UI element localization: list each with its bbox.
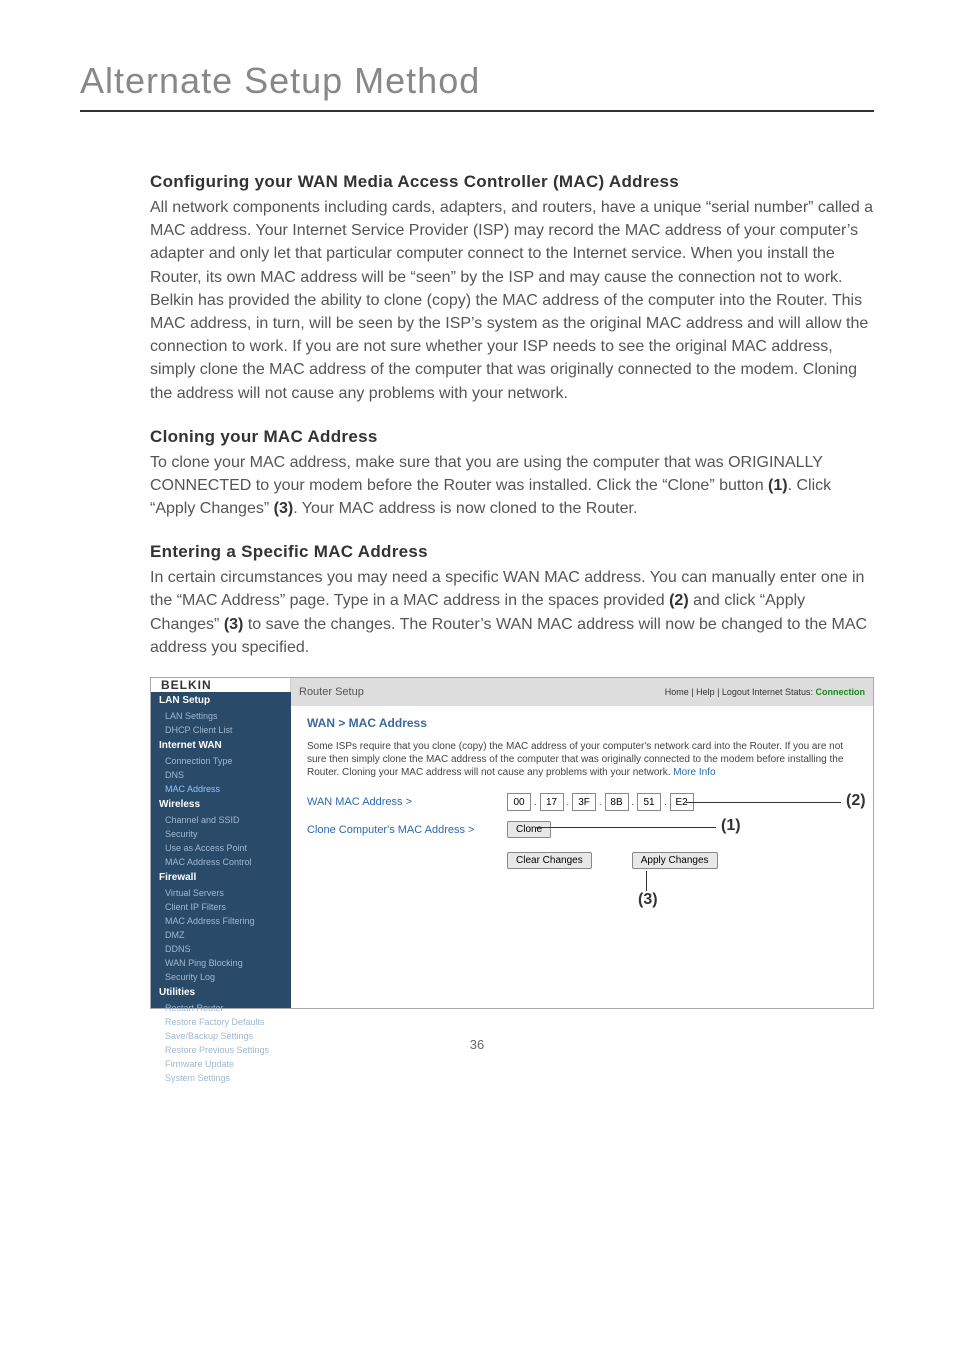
sidebar-item-dmz[interactable]: DMZ [151,928,291,942]
sidebar-item-dhcp[interactable]: DHCP Client List [151,723,291,737]
page-title: Alternate Setup Method [80,60,874,112]
more-info-link[interactable]: More Info [673,767,715,778]
mac-octet-2[interactable] [572,793,596,811]
sidebar-item-access-point[interactable]: Use as Access Point [151,841,291,855]
callout-ref-1: (1) [768,477,788,494]
topbar-status: Home | Help | Logout Internet Status: Co… [665,687,865,697]
status-value: Connection [816,687,866,697]
sidebar-item-client-ip[interactable]: Client IP Filters [151,900,291,914]
text-span: . Your MAC address is now cloned to the … [293,500,637,517]
sidebar-item-virtual-servers[interactable]: Virtual Servers [151,886,291,900]
sidebar-item-security[interactable]: Security [151,827,291,841]
sidebar-item-ddns[interactable]: DDNS [151,942,291,956]
sidebar-item-dns[interactable]: DNS [151,768,291,782]
label-clone-mac: Clone Computer's MAC Address > [307,824,507,836]
sidebar-item-mac-filtering[interactable]: MAC Address Filtering [151,914,291,928]
callout-line [536,827,716,828]
mac-octet-0[interactable] [507,793,531,811]
sidebar-item-wan-ping[interactable]: WAN Ping Blocking [151,956,291,970]
section-heading-cloning: Cloning your MAC Address [150,427,874,447]
sidebar-item-channel[interactable]: Channel and SSID [151,813,291,827]
sidebar-item-restore-prev[interactable]: Restore Previous Settings [151,1043,291,1057]
topbar-title: Router Setup [299,686,364,698]
clear-changes-button[interactable]: Clear Changes [507,852,592,869]
body-text: To clone your MAC address, make sure tha… [150,451,874,521]
sidebar-group-utilities: Utilities [151,984,291,1001]
router-screenshot: BELKIN LAN Setup LAN Settings DHCP Clien… [150,677,874,1009]
mac-octet-3[interactable] [605,793,629,811]
sidebar-item-connection-type[interactable]: Connection Type [151,754,291,768]
mac-octet-4[interactable] [637,793,661,811]
sidebar-item-security-log[interactable]: Security Log [151,970,291,984]
sidebar-item-system[interactable]: System Settings [151,1071,291,1085]
desc-text: Some ISPs require that you clone (copy) … [307,741,843,778]
sidebar-item-restore-defaults[interactable]: Restore Factory Defaults [151,1015,291,1029]
body-text: In certain circumstances you may need a … [150,566,874,659]
callout-3: (3) [638,891,658,909]
status-links[interactable]: Home | Help | Logout Internet Status: [665,687,813,697]
router-topbar: Router Setup Home | Help | Logout Intern… [291,678,873,706]
callout-line [686,802,841,803]
sidebar-item-restart[interactable]: Restart Router [151,1001,291,1015]
callout-1: (1) [721,817,741,835]
apply-changes-button[interactable]: Apply Changes [632,852,718,869]
breadcrumb: WAN > MAC Address [307,716,857,730]
sidebar-item-mac-control[interactable]: MAC Address Control [151,855,291,869]
callout-ref-3: (3) [274,500,294,517]
sidebar-item-firmware[interactable]: Firmware Update [151,1057,291,1071]
clone-button[interactable]: Clone [507,821,551,838]
page-description: Some ISPs require that you clone (copy) … [307,740,857,779]
body-text: All network components including cards, … [150,196,874,405]
callout-line [646,871,647,891]
label-wan-mac: WAN MAC Address > [307,796,507,808]
sidebar-group-wan: Internet WAN [151,737,291,754]
callout-ref-2: (2) [669,592,689,609]
text-span: To clone your MAC address, make sure tha… [150,454,823,494]
mac-input-group: . . . . . [507,793,694,811]
sidebar-group-wireless: Wireless [151,796,291,813]
section-heading-configuring: Configuring your WAN Media Access Contro… [150,172,874,192]
sidebar-item-mac-address[interactable]: MAC Address [151,782,291,796]
sidebar-item-save-backup[interactable]: Save/Backup Settings [151,1029,291,1043]
mac-octet-1[interactable] [540,793,564,811]
brand-logo: BELKIN [151,678,291,692]
text-span: to save the changes. The Router’s WAN MA… [150,616,867,656]
sidebar-group-lan: LAN Setup [151,692,291,709]
callout-ref-3b: (3) [224,616,244,633]
callout-2: (2) [846,792,866,810]
sidebar-group-firewall: Firewall [151,869,291,886]
section-heading-entering: Entering a Specific MAC Address [150,542,874,562]
router-main: Router Setup Home | Help | Logout Intern… [291,678,873,1008]
sidebar-item-lan-settings[interactable]: LAN Settings [151,709,291,723]
router-sidebar: BELKIN LAN Setup LAN Settings DHCP Clien… [151,678,291,1008]
